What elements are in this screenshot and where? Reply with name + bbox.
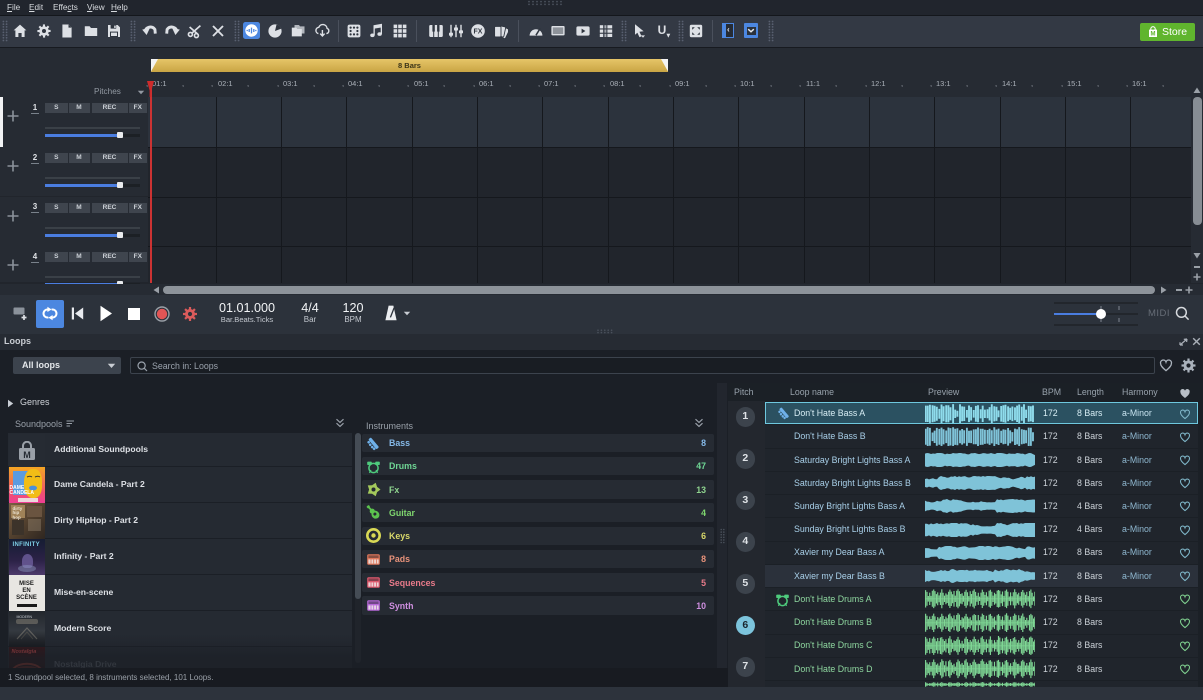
- svg-text:FX: FX: [474, 29, 483, 36]
- svg-text:M: M: [23, 450, 31, 460]
- svg-text:M: M: [1151, 32, 1156, 38]
- svg-text:▼: ▼: [665, 33, 671, 40]
